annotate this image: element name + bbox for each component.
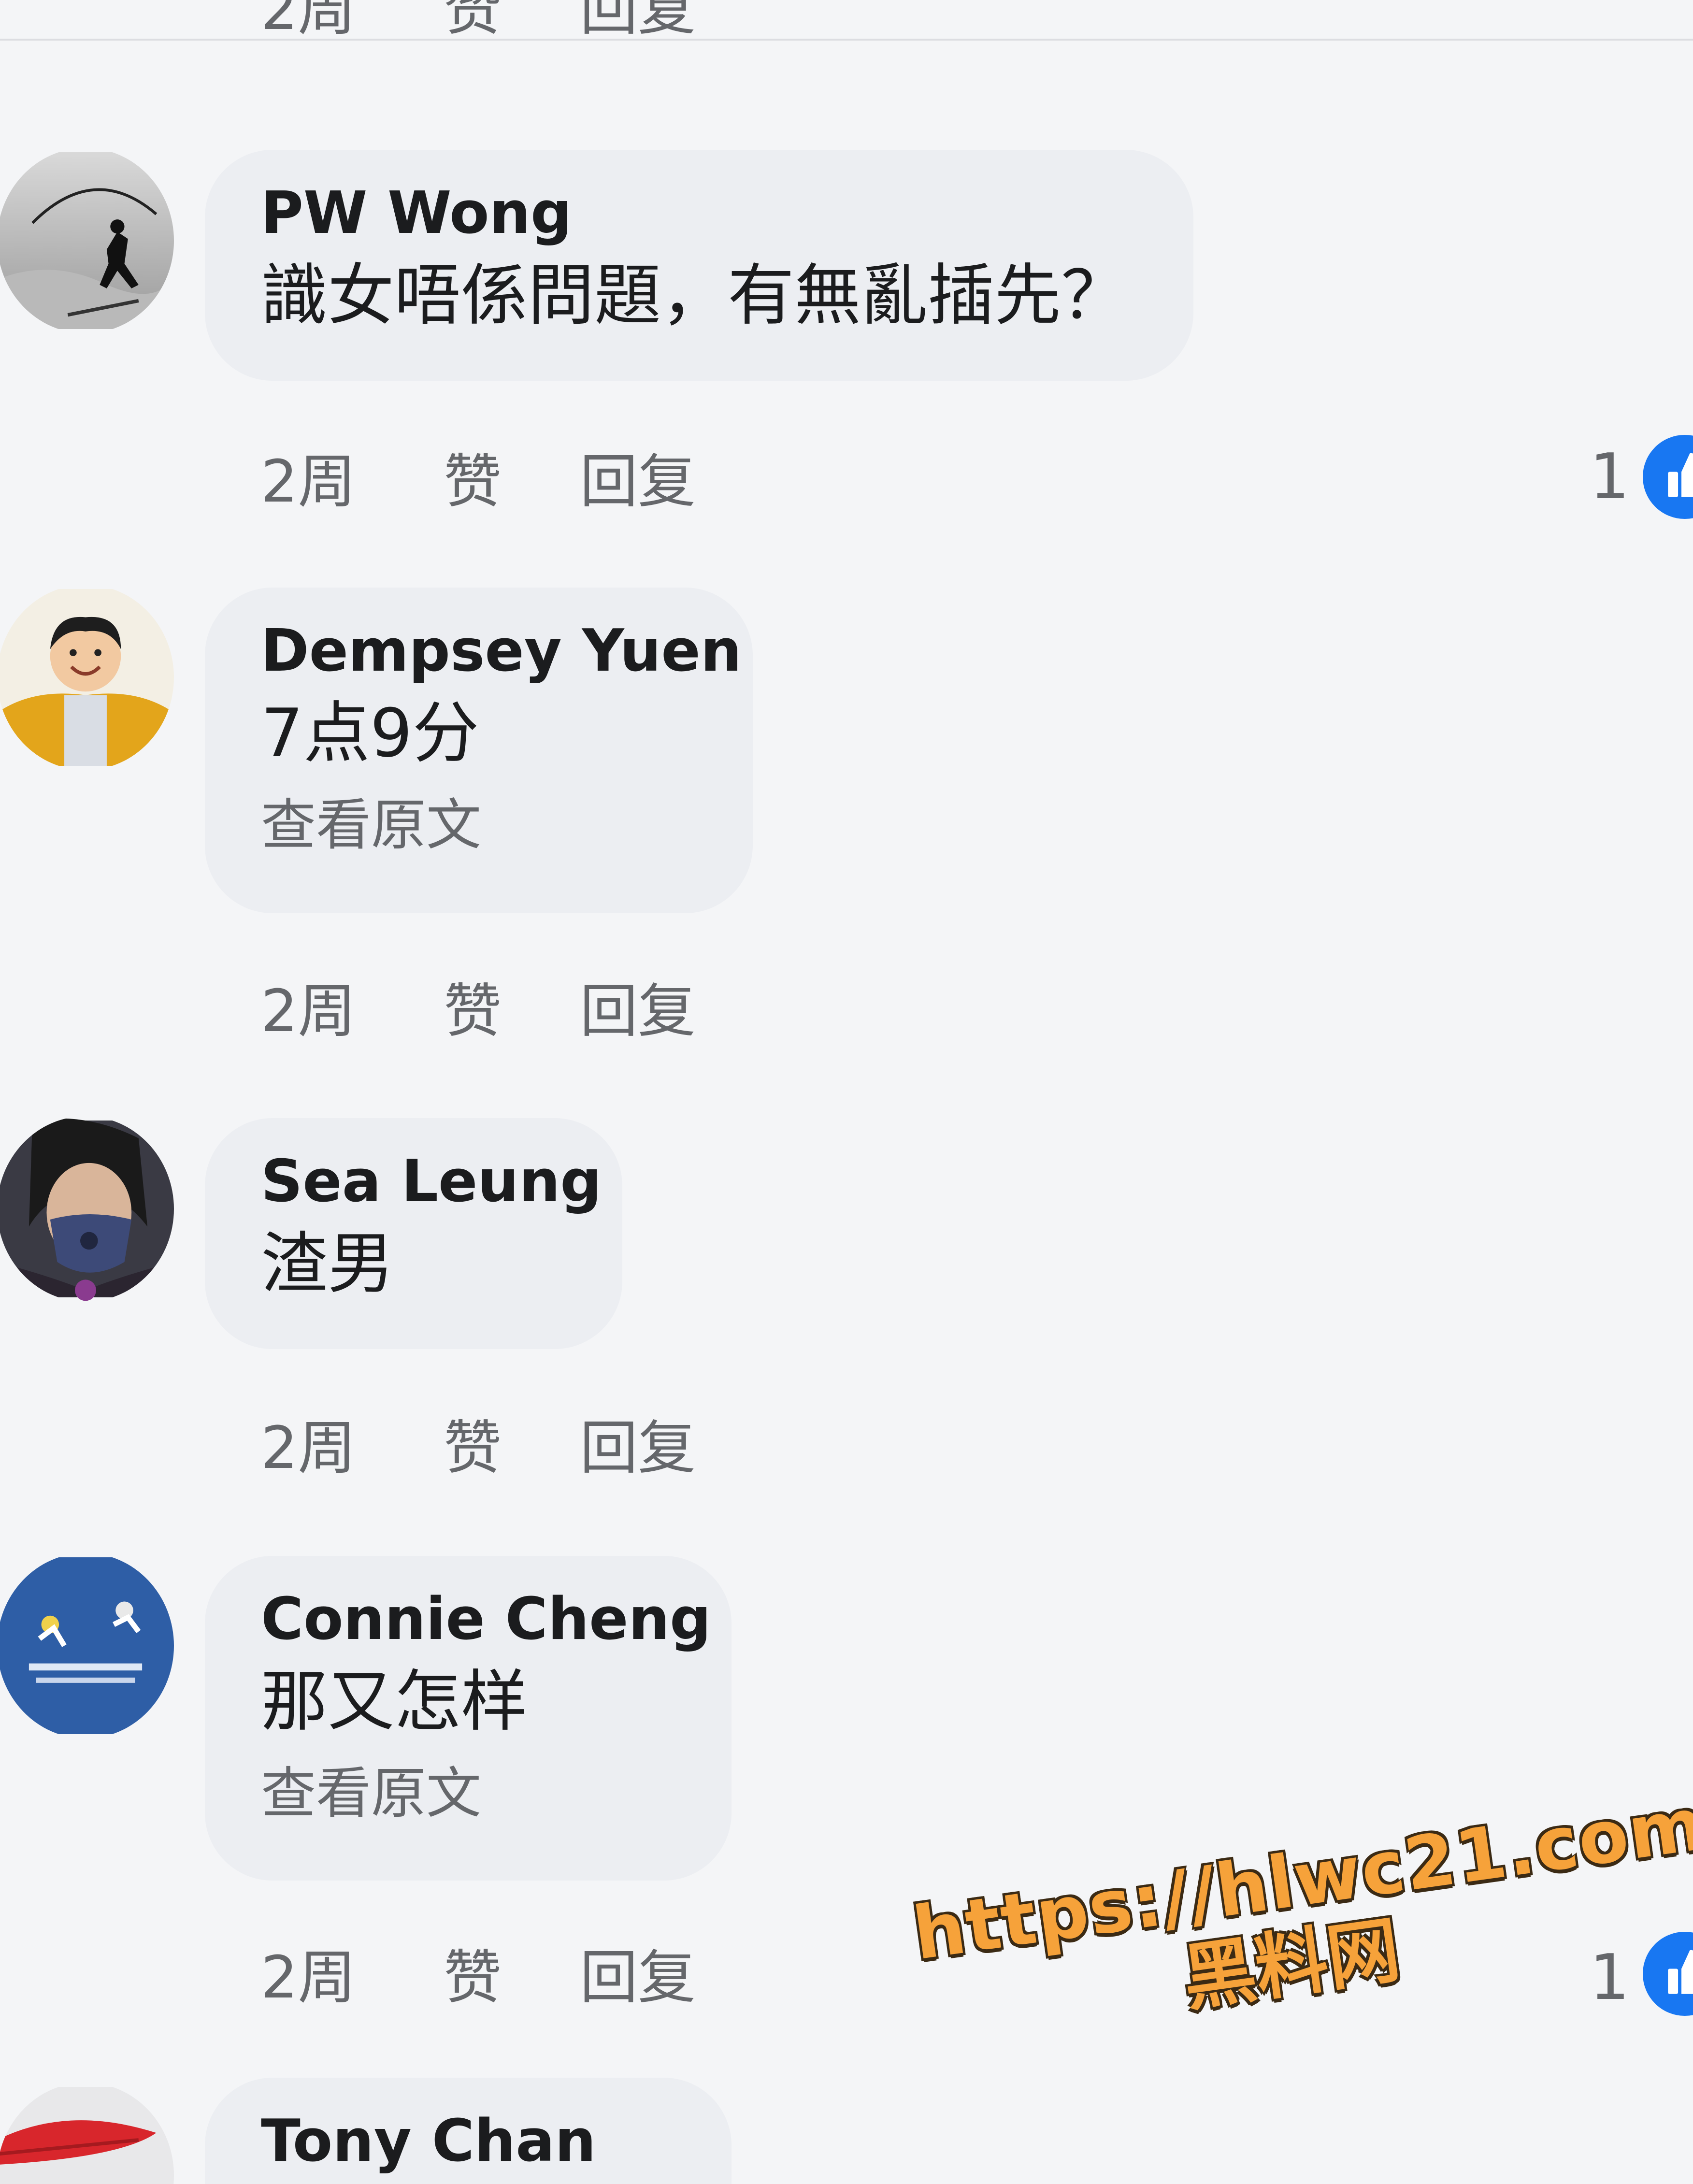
top-divider: [0, 39, 1693, 41]
avatar-red-fish-image: [0, 2087, 174, 2184]
comment-bubble[interactable]: Dempsey Yuen 7点9分 查看原文: [205, 588, 753, 913]
comment-timestamp: 2周: [261, 448, 356, 516]
avatar-cartoon-boy-image: [0, 589, 174, 766]
comment-timestamp: 2周: [261, 1944, 356, 2012]
previous-reply-link[interactable]: 回复: [580, 0, 696, 43]
comment-bubble[interactable]: Tony Chan: [205, 2078, 732, 2184]
previous-like-link[interactable]: 赞: [444, 0, 502, 43]
comment-timestamp: 2周: [261, 1415, 356, 1482]
avatar-pw-wong[interactable]: [0, 148, 174, 333]
comment-author[interactable]: Connie Cheng: [261, 1586, 711, 1653]
reply-link[interactable]: 回复: [580, 978, 696, 1046]
previous-timestamp: 2周: [261, 0, 356, 43]
thumbs-up-glyph: [1668, 453, 1693, 497]
comment-text: 那又怎样: [261, 1663, 528, 1740]
comment-text: 渣男: [261, 1225, 395, 1303]
see-original-link[interactable]: 查看原文: [261, 1760, 675, 1827]
like-link[interactable]: 赞: [444, 1415, 502, 1482]
avatar-dempsey-yuen[interactable]: [0, 585, 174, 770]
comments-page: 2周 赞 回复 PW Wong 識女唔係問題，有無亂插先？ 2周 赞 回复 1 …: [0, 0, 1693, 2184]
comment-bubble[interactable]: PW Wong 識女唔係問題，有無亂插先？: [205, 150, 1193, 381]
avatar-connie-cheng[interactable]: [0, 1553, 174, 1739]
avatar-tony-chan[interactable]: [0, 2083, 174, 2184]
comment-author[interactable]: PW Wong: [261, 180, 1137, 247]
like-link[interactable]: 赞: [444, 448, 502, 516]
see-original-link[interactable]: 查看原文: [261, 791, 697, 859]
comment-author[interactable]: Sea Leung: [261, 1148, 602, 1216]
comment-text: 識女唔係問題，有無亂插先？: [261, 257, 1128, 334]
comment-timestamp: 2周: [261, 978, 356, 1045]
like-link[interactable]: 赞: [444, 978, 502, 1046]
watermark: https://hlwc21.com 黑料网: [908, 1782, 1693, 2057]
reply-link[interactable]: 回复: [580, 448, 696, 516]
avatar-sea-leung[interactable]: [0, 1116, 174, 1302]
reaction-count[interactable]: 1: [1590, 443, 1630, 510]
comment-bubble[interactable]: Sea Leung 渣男: [205, 1118, 622, 1349]
reply-link[interactable]: 回复: [580, 1944, 696, 2012]
avatar-fisherman-image: [0, 152, 174, 329]
comment-bubble[interactable]: Connie Cheng 那又怎样 查看原文: [205, 1556, 732, 1881]
avatar-blue-poster-image: [0, 1557, 174, 1734]
comment-author[interactable]: Tony Chan: [261, 2108, 675, 2175]
thumbs-up-icon[interactable]: [1643, 435, 1693, 519]
like-link[interactable]: 赞: [444, 1944, 502, 2012]
avatar-masked-man-image: [0, 1118, 174, 1301]
comment-text: 7点9分: [261, 694, 479, 772]
reply-link[interactable]: 回复: [580, 1415, 696, 1482]
comment-author[interactable]: Dempsey Yuen: [261, 618, 742, 685]
